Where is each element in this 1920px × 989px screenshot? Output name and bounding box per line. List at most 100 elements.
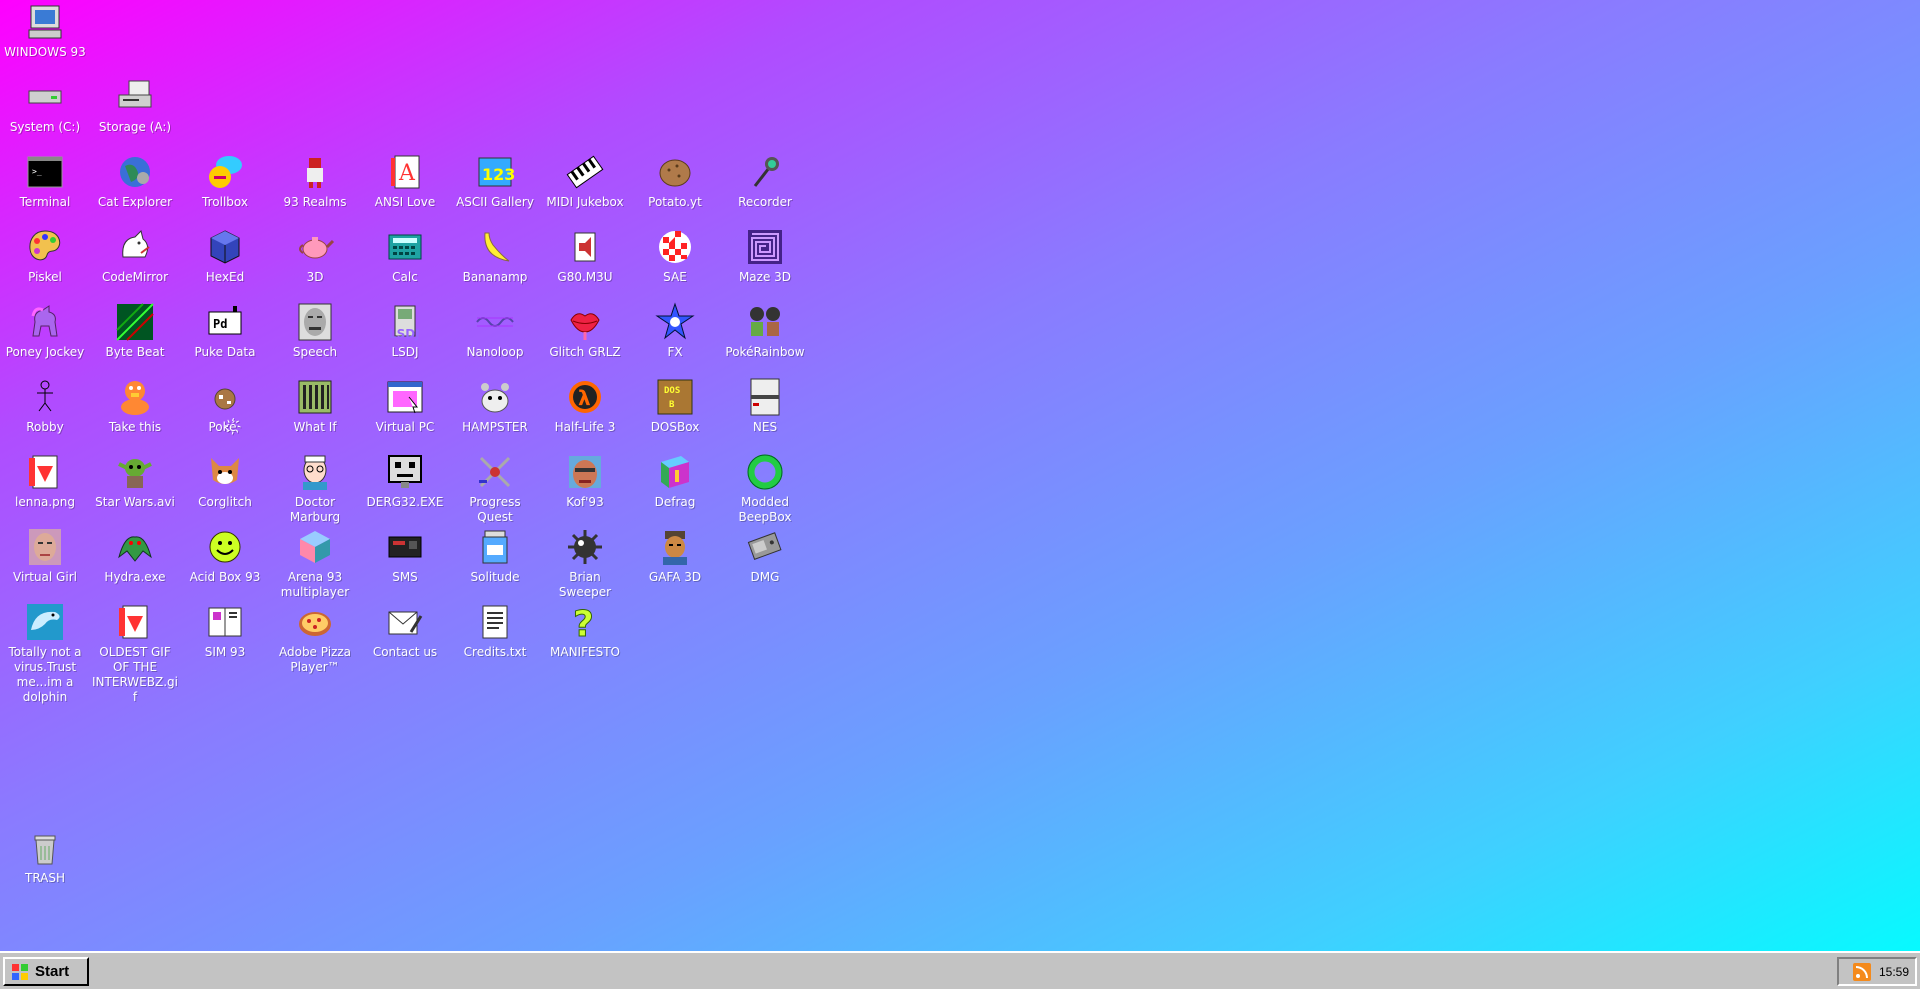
desktop-icon-brian-sweeper[interactable]: Brian Sweeper: [540, 527, 630, 600]
desktop-icon-trollbox[interactable]: Trollbox: [180, 152, 270, 210]
desktop-icon-adobe-pizza-player[interactable]: Adobe Pizza Player™: [270, 602, 360, 675]
desktop-icon-puke-data[interactable]: Pd Puke Data: [180, 302, 270, 360]
desktop-icon-fx[interactable]: FX: [630, 302, 720, 360]
chat-bubble-icon: [205, 152, 245, 192]
desktop-icon-derg32-exe[interactable]: DERG32.EXE: [360, 452, 450, 510]
svg-text:Pd: Pd: [213, 317, 227, 331]
svg-text:123: 123: [482, 165, 515, 184]
desktop-icon-system-c[interactable]: System (C:): [0, 77, 90, 135]
desktop-icon-contact-us[interactable]: Contact us: [360, 602, 450, 660]
desktop-icon-speech[interactable]: Speech: [270, 302, 360, 360]
desktop-icon-cat-explorer[interactable]: Cat Explorer: [90, 152, 180, 210]
desktop-icon-label: GAFA 3D: [648, 570, 702, 584]
desktop-icon-gafa-3d[interactable]: GAFA 3D: [630, 527, 720, 585]
desktop-icon-totally-not-a-virus-trust-me-im-a-dolphin[interactable]: Totally not a virus.Trust me...im a dolp…: [0, 602, 90, 705]
desktop-icon-modded-beepbox[interactable]: Modded BeepBox: [720, 452, 810, 525]
desktop-icon-label: Kof'93: [566, 495, 604, 509]
desktop-icon-pok-rainbow[interactable]: PokéRainbow: [720, 302, 810, 360]
stick-figure-icon: [25, 377, 65, 417]
desktop-icon-solitude[interactable]: Solitude: [450, 527, 540, 585]
desktop-icon-93-realms[interactable]: 93 Realms: [270, 152, 360, 210]
desktop-icon-g80-m3u[interactable]: G80.M3U: [540, 227, 630, 285]
dragon-icon: [115, 527, 155, 567]
desktop-icon-dmg[interactable]: DMG: [720, 527, 810, 585]
clock: 15:59: [1878, 964, 1909, 979]
desktop-icon-label: Calc: [392, 270, 418, 284]
desktop-icon-terminal[interactable]: >_ Terminal: [0, 152, 90, 210]
desktop-icon-midi-jukebox[interactable]: MIDI Jukebox: [540, 152, 630, 210]
desktop-icon-sim-93[interactable]: SIM 93: [180, 602, 270, 660]
desktop-icon-label: Byte Beat: [105, 345, 165, 359]
desktop-icon-sms[interactable]: SMS: [360, 527, 450, 585]
portrait-icon: [25, 527, 65, 567]
desktop-icon-kof-93[interactable]: Kof'93: [540, 452, 630, 510]
desktop-icon-storage-a[interactable]: Storage (A:): [90, 77, 180, 135]
desktop-icon-label: Puke Data: [194, 345, 256, 359]
robot-icon: [385, 452, 425, 492]
desktop-icon-sae[interactable]: SAE: [630, 227, 720, 285]
desktop-icon-hydra-exe[interactable]: Hydra.exe: [90, 527, 180, 585]
desktop-icon-maze-3d[interactable]: Maze 3D: [720, 227, 810, 285]
desktop-icon-nes[interactable]: NES: [720, 377, 810, 435]
desktop-icon-star-wars-avi[interactable]: Star Wars.avi: [90, 452, 180, 510]
desktop-icon-oldest-gif-of-the-interwebz-gif[interactable]: OLDEST GIF OF THE INTERWEBZ.gif: [90, 602, 180, 705]
desktop-icon-what-if[interactable]: What If: [270, 377, 360, 435]
desktop-icon-label: Brian Sweeper: [558, 570, 612, 599]
desktop-icon-defrag[interactable]: Defrag: [630, 452, 720, 510]
desktop-icon-doctor-marburg[interactable]: Doctor Marburg: [270, 452, 360, 525]
desktop-icon-half-life-3[interactable]: λ Half-Life 3: [540, 377, 630, 435]
desktop-icon-acid-box-93[interactable]: Acid Box 93: [180, 527, 270, 585]
desktop-icon-hexed[interactable]: HexEd: [180, 227, 270, 285]
cube-icon: [205, 227, 245, 267]
desktop-icon-label: Storage (A:): [98, 120, 172, 134]
desktop-icon-label: Contact us: [372, 645, 438, 659]
desktop-icon-corglitch[interactable]: Corglitch: [180, 452, 270, 510]
desktop-icon-arena-93-multiplayer[interactable]: Arena 93 multiplayer: [270, 527, 360, 600]
desktop-icon-dosbox[interactable]: DOS B DOSBox: [630, 377, 720, 435]
glitch-pokemon-icon: [205, 377, 245, 417]
desktop-icon-lsdj[interactable]: LSDJ LSDJ: [360, 302, 450, 360]
trash-icon: [25, 828, 65, 868]
console-icon: [385, 527, 425, 567]
potato-icon: [655, 152, 695, 192]
desktop-icon-poney-jockey[interactable]: Poney Jockey: [0, 302, 90, 360]
desktop-icon-nanoloop[interactable]: Nanoloop: [450, 302, 540, 360]
rss-icon[interactable]: [1852, 962, 1871, 981]
desktop-icon-label: Speech: [292, 345, 338, 359]
desktop-icon-ansi-love[interactable]: A ANSI Love: [360, 152, 450, 210]
desktop-icon-trash[interactable]: TRASH: [0, 828, 90, 886]
desktop-icon-label: G80.M3U: [557, 270, 613, 284]
desktop-icon-virtual-girl[interactable]: Virtual Girl: [0, 527, 90, 585]
desktop-icon-calc[interactable]: Calc: [360, 227, 450, 285]
desktop-icon-take-this[interactable]: Take this: [90, 377, 180, 435]
desktop-icon-robby[interactable]: Robby: [0, 377, 90, 435]
desktop-icon-virtual-pc[interactable]: Virtual PC: [360, 377, 450, 435]
desktop-icon-bananamp[interactable]: Bananamp: [450, 227, 540, 285]
dosbox-icon: DOS B: [655, 377, 695, 417]
desktop-icon-piskel[interactable]: Piskel: [0, 227, 90, 285]
desktop-icon-label: Poney Jockey: [5, 345, 85, 359]
desktop-icon-ascii-gallery[interactable]: 123 ASCII Gallery: [450, 152, 540, 210]
desktop-icon-label: LSDJ: [391, 345, 419, 359]
desktop-icon-byte-beat[interactable]: Byte Beat: [90, 302, 180, 360]
desktop-icon-label: SIM 93: [204, 645, 246, 659]
gif-file-icon: [115, 602, 155, 642]
desktop-icon-potato-yt[interactable]: Potato.yt: [630, 152, 720, 210]
desktop-icon-pok[interactable]: Poké҉: [180, 377, 270, 435]
desktop-icon-glitch-grlz[interactable]: Glitch GRLZ: [540, 302, 630, 360]
desktop-icon-recorder[interactable]: Recorder: [720, 152, 810, 210]
start-button[interactable]: Start: [3, 957, 89, 986]
svg-text:DOS: DOS: [664, 386, 680, 396]
desktop-icon-label: NES: [752, 420, 778, 434]
desktop-icon-progress-quest[interactable]: Progress Quest: [450, 452, 540, 525]
hard-drive-icon: [25, 77, 65, 117]
desktop-icon-label: Arena 93 multiplayer: [280, 570, 350, 599]
desktop-icon-label: Recorder: [738, 195, 792, 209]
desktop-icon-3d[interactable]: 3D: [270, 227, 360, 285]
desktop-icon-manifesto[interactable]: ? MANIFESTO: [540, 602, 630, 660]
desktop-icon-lenna-png[interactable]: lenna.png: [0, 452, 90, 510]
desktop-icon-codemirror[interactable]: CodeMirror: [90, 227, 180, 285]
desktop-icon-windows-93[interactable]: WINDOWS 93: [0, 2, 90, 60]
desktop-icon-hampster[interactable]: HAMPSTER: [450, 377, 540, 435]
desktop-icon-credits-txt[interactable]: Credits.txt: [450, 602, 540, 660]
